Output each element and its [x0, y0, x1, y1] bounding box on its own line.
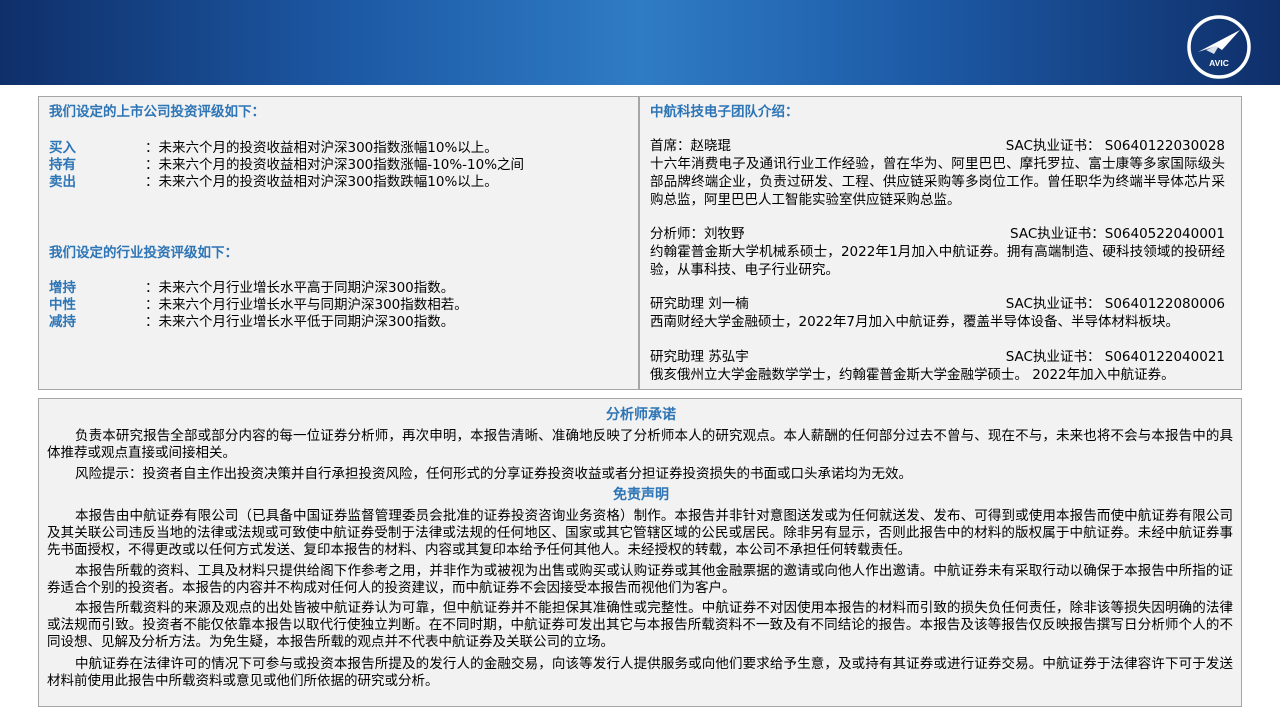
avic-logo-text: AVIC: [1209, 58, 1229, 68]
team-intro-panel: 中航科技电子团队介绍： 首席：赵晓琨 SAC执业证书： S06401220300…: [639, 96, 1242, 390]
member-cert: SAC执业证书： S0640122040021: [1005, 349, 1225, 365]
member-name: 首席：赵晓琨: [650, 138, 731, 154]
member-desc: 西南财经大学金融硕士，2022年7月加入中航证券，覆盖半导体设备、半导体材料板块…: [650, 314, 1179, 330]
rating-definitions-panel: 我们设定的上市公司投资评级如下： 买入 ：未来六个月的投资收益相对沪深300指数…: [38, 96, 639, 390]
rating-name: 卖出: [49, 174, 76, 190]
rating-name: 持有: [49, 157, 76, 173]
team-member-analyst: 分析师：刘牧野 SAC执业证书：S0640522040001 约翰霍普金斯大学机…: [650, 225, 1225, 279]
team-title: 中航科技电子团队介绍：: [650, 104, 799, 120]
member-name: 分析师：刘牧野: [650, 226, 745, 242]
header-banner: AVIC: [0, 0, 1280, 85]
commitment-title: 分析师承诺: [606, 407, 676, 423]
rating-name: 买入: [49, 140, 76, 156]
rating-desc: ：未来六个月行业增长水平高于同期沪深300指数。: [145, 280, 455, 296]
disclaimer-paragraph: 中航证券在法律许可的情况下可参与或投资本报告所提及的发行人的金融交易，向该等发行…: [47, 656, 1233, 689]
member-cert: SAC执业证书：S0640522040001: [1010, 226, 1225, 242]
disclaimer-paragraph: 本报告所载资料的来源及观点的出处皆被中航证券认为可靠，但中航证券并不能担保其准确…: [47, 600, 1233, 650]
member-cert: SAC执业证书： S0640122030028: [1005, 138, 1225, 154]
member-desc: 约翰霍普金斯大学机械系硕士，2022年1月加入中航证券。拥有高端制造、硬科技领域…: [650, 244, 1225, 278]
disclaimer-paragraph: 本报告由中航证券有限公司（已具备中国证券监督管理委员会批准的证券投资咨询业务资格…: [47, 508, 1233, 558]
member-name: 研究助理 苏弘宇: [650, 349, 749, 365]
commitment-paragraph: 负责本研究报告全部或部分内容的每一位证券分析师，再次申明，本报告清晰、准确地反映…: [47, 428, 1233, 461]
risk-warning-paragraph: 风险提示：投资者自主作出投资决策并自行承担投资风险，任何形式的分享证券投资收益或…: [75, 466, 912, 482]
disclaimer-paragraph: 本报告所载的资料、工具及材料只提供给阁下作参考之用，并非作为或被视为出售或购买或…: [47, 563, 1233, 596]
member-desc: 俄亥俄州立大学金融数学学士，约翰霍普金斯大学金融学硕士。 2022年加入中航证券…: [650, 367, 1175, 383]
disclaimer-panel: 分析师承诺 负责本研究报告全部或部分内容的每一位证券分析师，再次申明，本报告清晰…: [38, 398, 1242, 707]
member-name: 研究助理 刘一楠: [650, 296, 749, 312]
team-member-chief: 首席：赵晓琨 SAC执业证书： S0640122030028 十六年消费电子及通…: [650, 137, 1225, 209]
rating-name: 减持: [49, 314, 76, 330]
industry-rating-title: 我们设定的行业投资评级如下：: [49, 245, 238, 261]
rating-name: 增持: [49, 280, 76, 296]
team-member-assistant-2: 研究助理 苏弘宇 SAC执业证书： S0640122040021 俄亥俄州立大学…: [650, 348, 1225, 384]
rating-name: 中性: [49, 297, 76, 313]
rating-desc: ：未来六个月行业增长水平低于同期沪深300指数。: [145, 314, 455, 330]
rating-desc: ：未来六个月的投资收益相对沪深300指数跌幅10%以上。: [145, 174, 498, 190]
rating-desc: ：未来六个月行业增长水平与同期沪深300指数相若。: [145, 297, 468, 313]
rating-desc: ：未来六个月的投资收益相对沪深300指数涨幅-10%-10%之间: [145, 157, 525, 173]
member-cert: SAC执业证书： S0640122080006: [1005, 296, 1225, 312]
team-member-assistant-1: 研究助理 刘一楠 SAC执业证书： S0640122080006 西南财经大学金…: [650, 295, 1225, 331]
avic-logo-icon: AVIC: [1187, 15, 1251, 79]
disclaimer-title: 免责声明: [613, 487, 669, 503]
stock-rating-title: 我们设定的上市公司投资评级如下：: [49, 104, 265, 120]
rating-desc: ：未来六个月的投资收益相对沪深300指数涨幅10%以上。: [145, 140, 498, 156]
member-desc: 十六年消费电子及通讯行业工作经验，曾在华为、阿里巴巴、摩托罗拉、富士康等多家国际…: [650, 156, 1225, 208]
